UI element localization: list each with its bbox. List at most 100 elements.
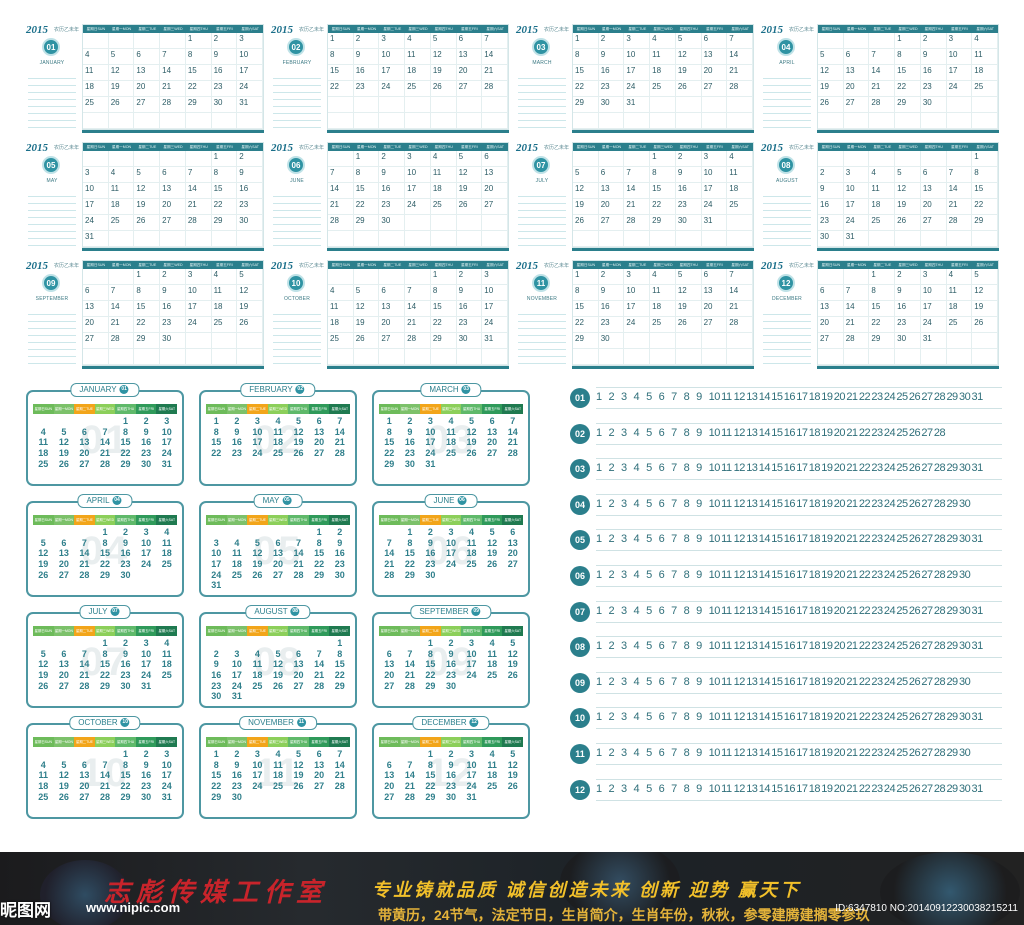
day-cell: 29 <box>120 458 131 469</box>
strip-day: 8 <box>683 711 690 724</box>
strip-day: 3 <box>621 747 627 759</box>
strip-day: 22 <box>858 711 871 724</box>
day-cell <box>247 469 268 480</box>
strip-day: 13 <box>746 569 758 581</box>
day-cell <box>502 792 523 803</box>
day-cell <box>482 802 503 813</box>
wall-lunar-year: 农历乙未年 <box>54 263 80 269</box>
day-cell <box>405 113 431 129</box>
desk-month-badge: 11 <box>296 718 306 728</box>
day-cell: 18 <box>430 183 457 199</box>
day-cell: 3 <box>624 33 651 49</box>
day-cell <box>288 459 309 470</box>
strip-day: 5 <box>646 711 652 724</box>
day-cell: 31 <box>425 458 436 469</box>
day-cell: 12 <box>430 49 457 65</box>
day-cell <box>573 151 599 167</box>
day-cell: 14 <box>314 659 325 670</box>
day-cell: 2 <box>456 269 483 285</box>
day-cell: 9 <box>675 167 702 183</box>
memo-lines <box>763 190 811 246</box>
weekday-label: 星期二TUE <box>628 27 647 31</box>
day-cell: 24 <box>161 448 172 458</box>
weekday-header: 星期日SUN 星期一MON 星期二TUE 星期三WED 星期四THU 星期五FRI 星期六S… <box>83 261 263 269</box>
strip-day: 28 <box>933 533 946 546</box>
weekday-label: 星期四THU <box>434 263 453 267</box>
wall-year: 2015 <box>271 24 293 36</box>
day-cell: 12 <box>293 426 304 437</box>
day-cell <box>156 469 177 480</box>
strip-day: 26 <box>908 711 921 724</box>
weekday-label: 星期一MON <box>399 626 421 636</box>
day-cells: 1 2 3 4 5 6 7 8 9 10 11 12 13 14 15 16 17 18 19 20 21 22 23 24 2… <box>379 638 523 702</box>
day-cell: 13 <box>598 183 625 199</box>
day-cell: 21 <box>334 770 345 781</box>
weekday-label: 星期二TUE <box>873 263 892 267</box>
strip-day-numbers: 1 2 3 4 5 6 7 8 9 10 11 12 13 14 15 16 17 18 19 20 21 22 23 24 2… <box>596 387 1002 409</box>
strip-day: 17 <box>796 640 808 653</box>
strip-day: 29 <box>946 640 958 653</box>
desk-month-badge: 01 <box>119 385 129 395</box>
day-cell <box>869 151 896 167</box>
strip-day: 8 <box>683 782 690 795</box>
weekday-label: 星期一MON <box>111 263 132 267</box>
day-cell: 11 <box>328 301 354 317</box>
strip-day: 5 <box>646 782 652 795</box>
strip-day: 25 <box>896 675 908 688</box>
strip-day: 16 <box>783 569 796 581</box>
weekday-label: 星期三WED <box>440 626 462 636</box>
strip-day: 9 <box>696 462 702 475</box>
day-cell <box>946 97 973 113</box>
day-cell: 19 <box>38 559 49 569</box>
day-cell <box>598 113 625 129</box>
strip-day: 27 <box>921 675 933 688</box>
strip-day: 1 <box>596 747 602 759</box>
day-cell: 19 <box>38 670 49 680</box>
strip-day: 21 <box>846 497 858 510</box>
day-cell: 31 <box>237 97 263 113</box>
day-cell: 21 <box>79 559 90 569</box>
strip-day: 13 <box>746 711 758 724</box>
day-cell: 18 <box>328 317 354 333</box>
strip-day: 7 <box>671 533 677 546</box>
day-cell <box>946 349 973 365</box>
day-cell <box>185 349 212 365</box>
day-cell: 1 <box>213 416 219 426</box>
day-cell <box>108 269 135 285</box>
day-cell: 14 <box>108 301 135 317</box>
day-cell: 28 <box>79 569 90 580</box>
day-cell: 10 <box>141 648 152 659</box>
day-cell: 22 <box>425 781 436 791</box>
day-cell: 15 <box>211 437 222 448</box>
day-cell <box>108 113 135 129</box>
day-cell: 15 <box>211 183 238 199</box>
day-cell: 24 <box>237 81 263 97</box>
strip-day: 25 <box>896 391 908 403</box>
day-cell: 14 <box>79 659 90 670</box>
strip-day: 21 <box>846 569 858 581</box>
strip-day: 31 <box>971 782 983 795</box>
day-cell: 14 <box>482 49 508 65</box>
desk-month-badge: 03 <box>461 385 471 395</box>
day-cell: 28 <box>314 680 325 691</box>
strip-day: 31 <box>971 533 983 546</box>
day-cell <box>675 349 702 365</box>
day-cell: 17 <box>252 770 263 781</box>
day-cell: 20 <box>384 781 395 791</box>
month-footer-bar <box>817 130 999 133</box>
strip-day: 27 <box>921 604 933 617</box>
weekday-label: 星期三WED <box>408 263 428 267</box>
strip-day: 7 <box>671 640 677 653</box>
strip-day: 29 <box>946 462 958 475</box>
weekday-label: 星期六SAT <box>329 626 351 636</box>
day-cell: 29 <box>99 569 110 580</box>
day-cells: 1 2 3 4 5 6 7 8 9 10 11 12 13 14 15 16 17 18 19 20 21 22 23 24 2… <box>206 749 350 813</box>
wall-year: 2015 <box>516 260 538 272</box>
weekday-label: 星期六SAT <box>731 263 749 267</box>
day-cell: 30 <box>379 215 406 231</box>
day-cell: 7 <box>482 33 508 49</box>
day-cell: 7 <box>386 537 392 548</box>
strip-day: 21 <box>846 462 858 475</box>
strip-day: 8 <box>683 497 690 510</box>
weekday-label: 星期五FRI <box>706 263 723 267</box>
